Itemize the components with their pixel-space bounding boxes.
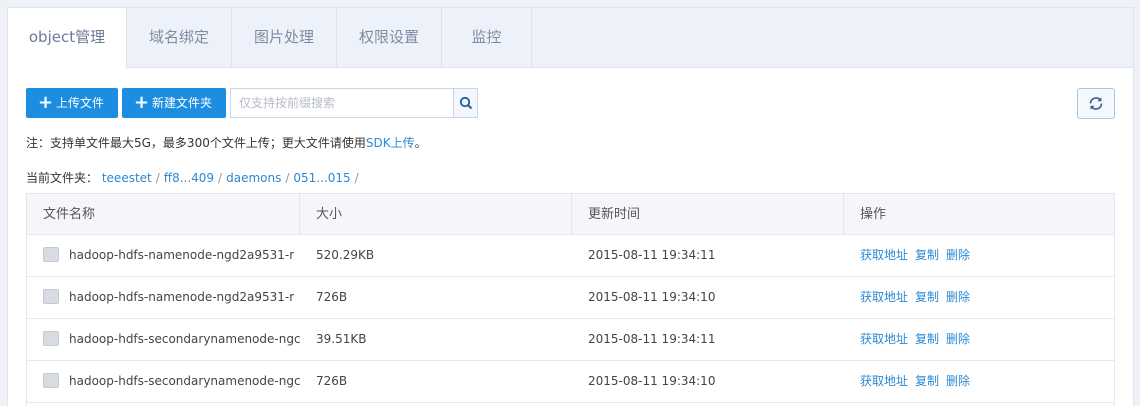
file-name[interactable]: hadoop-hdfs-namenode-ngd2a9531-r xyxy=(69,277,294,318)
upload-note-suffix: 。 xyxy=(414,136,427,150)
column-header-actions: 操作 xyxy=(860,207,887,222)
file-size: 726B xyxy=(316,290,348,304)
delete-link[interactable]: 删除 xyxy=(946,332,970,346)
breadcrumb-separator: / xyxy=(285,171,290,185)
search-icon xyxy=(459,96,473,110)
file-name-cell: hadoop-hdfs-secondarynamenode-ngc xyxy=(27,361,300,402)
tab-bar: object管理 域名绑定 图片处理 权限设置 监控 xyxy=(8,8,1133,69)
file-actions: 获取地址 复制 删除 xyxy=(844,361,1114,402)
breadcrumb: 当前文件夹： teeestet / ff8...409/daemons/051...… xyxy=(26,169,363,186)
upload-file-label: 上传文件 xyxy=(56,96,105,110)
column-header-time[interactable]: 更新时间 xyxy=(572,194,844,235)
copy-link[interactable]: 复制 xyxy=(915,332,939,346)
file-name-cell: hadoop-hdfs-namenode-ngd2a9531-r xyxy=(27,277,300,318)
plus-icon: + xyxy=(134,92,150,113)
file-time: 2015-08-11 19:34:11 xyxy=(588,248,716,262)
get-address-link[interactable]: 获取地址 xyxy=(860,374,908,388)
breadcrumb-item[interactable]: daemons xyxy=(226,171,281,185)
file-actions: 获取地址 复制 删除 xyxy=(844,319,1114,360)
copy-link[interactable]: 复制 xyxy=(915,374,939,388)
new-folder-button[interactable]: + 新建文件夹 xyxy=(122,88,226,118)
table-row: hadoop-hdfs-namenode-ngd2a9531-r 726B 20… xyxy=(27,277,1114,319)
file-cloud-icon xyxy=(43,247,59,262)
breadcrumb-separator: / xyxy=(155,171,160,185)
search-input[interactable] xyxy=(231,89,452,117)
breadcrumb-item[interactable]: teeestet xyxy=(102,171,152,185)
tab-monitoring[interactable]: 监控 xyxy=(442,8,532,68)
delete-link[interactable]: 删除 xyxy=(946,290,970,304)
tab-domain-binding[interactable]: 域名绑定 xyxy=(127,8,232,68)
file-name[interactable]: hadoop-hdfs-namenode-ngd2a9531-r xyxy=(69,235,294,276)
table-header-row: 文件名称 大小 更新时间 操作 xyxy=(27,194,1114,235)
tab-image-processing[interactable]: 图片处理 xyxy=(232,8,337,68)
table-row: hadoop-hdfs-secondarynamenode-ngc 726B 2… xyxy=(27,361,1114,403)
upload-note-text: 注：支持单文件最大5G，最多300个文件上传；更大文件请使用 xyxy=(26,136,366,150)
upload-file-button[interactable]: + 上传文件 xyxy=(26,88,118,118)
column-header-size[interactable]: 大小 xyxy=(300,194,572,235)
search-box xyxy=(230,88,478,118)
file-cloud-icon xyxy=(43,331,59,346)
sdk-upload-link[interactable]: SDK上传 xyxy=(366,136,415,150)
file-name[interactable]: hadoop-hdfs-secondarynamenode-ngc xyxy=(69,319,300,360)
file-actions: 获取地址 复制 删除 xyxy=(844,277,1114,318)
tab-permission-settings[interactable]: 权限设置 xyxy=(337,8,442,68)
file-time: 2015-08-11 19:34:11 xyxy=(588,332,716,346)
file-name-cell: hadoop-hdfs-secondarynamenode-ngc xyxy=(27,319,300,360)
delete-link[interactable]: 删除 xyxy=(946,248,970,262)
file-size: 726B xyxy=(316,374,348,388)
file-time: 2015-08-11 19:34:10 xyxy=(588,290,716,304)
file-name-cell: hadoop-hdfs-namenode-ngd2a9531-r xyxy=(27,235,300,276)
upload-note: 注：支持单文件最大5G，最多300个文件上传；更大文件请使用SDK上传。 xyxy=(26,134,427,151)
table-row: hadoop-hdfs-secondarynamenode-ngc 39.51K… xyxy=(27,319,1114,361)
copy-link[interactable]: 复制 xyxy=(915,248,939,262)
file-size: 39.51KB xyxy=(316,332,367,346)
main-panel: object管理 域名绑定 图片处理 权限设置 监控 + 上传文件 + 新建文件… xyxy=(7,7,1134,406)
file-table: 文件名称 大小 更新时间 操作 hadoop-hdfs-namenode-ngd… xyxy=(26,193,1115,406)
breadcrumb-separator: / xyxy=(354,171,359,185)
file-size: 520.29KB xyxy=(316,248,375,262)
copy-link[interactable]: 复制 xyxy=(915,290,939,304)
refresh-button[interactable] xyxy=(1077,88,1115,119)
search-button[interactable] xyxy=(453,89,477,117)
file-cloud-icon xyxy=(43,289,59,304)
breadcrumb-item[interactable]: 051...015 xyxy=(293,171,350,185)
breadcrumb-separator: / xyxy=(218,171,223,185)
tab-object-management[interactable]: object管理 xyxy=(8,8,127,69)
refresh-icon xyxy=(1089,97,1103,110)
plus-icon: + xyxy=(38,92,54,113)
get-address-link[interactable]: 获取地址 xyxy=(860,290,908,304)
file-actions: 获取地址 复制 删除 xyxy=(844,235,1114,276)
new-folder-label: 新建文件夹 xyxy=(152,96,213,110)
breadcrumb-item[interactable]: ff8...409 xyxy=(164,171,214,185)
file-time: 2015-08-11 19:34:10 xyxy=(588,374,716,388)
breadcrumb-label: 当前文件夹： xyxy=(26,171,99,185)
table-row: hadoop-hdfs-namenode-ngd2a9531-r 520.29K… xyxy=(27,235,1114,277)
column-header-name[interactable]: 文件名称 xyxy=(27,194,300,235)
delete-link[interactable]: 删除 xyxy=(946,374,970,388)
file-name[interactable]: hadoop-hdfs-secondarynamenode-ngc xyxy=(69,361,300,402)
file-cloud-icon xyxy=(43,373,59,388)
get-address-link[interactable]: 获取地址 xyxy=(860,332,908,346)
get-address-link[interactable]: 获取地址 xyxy=(860,248,908,262)
